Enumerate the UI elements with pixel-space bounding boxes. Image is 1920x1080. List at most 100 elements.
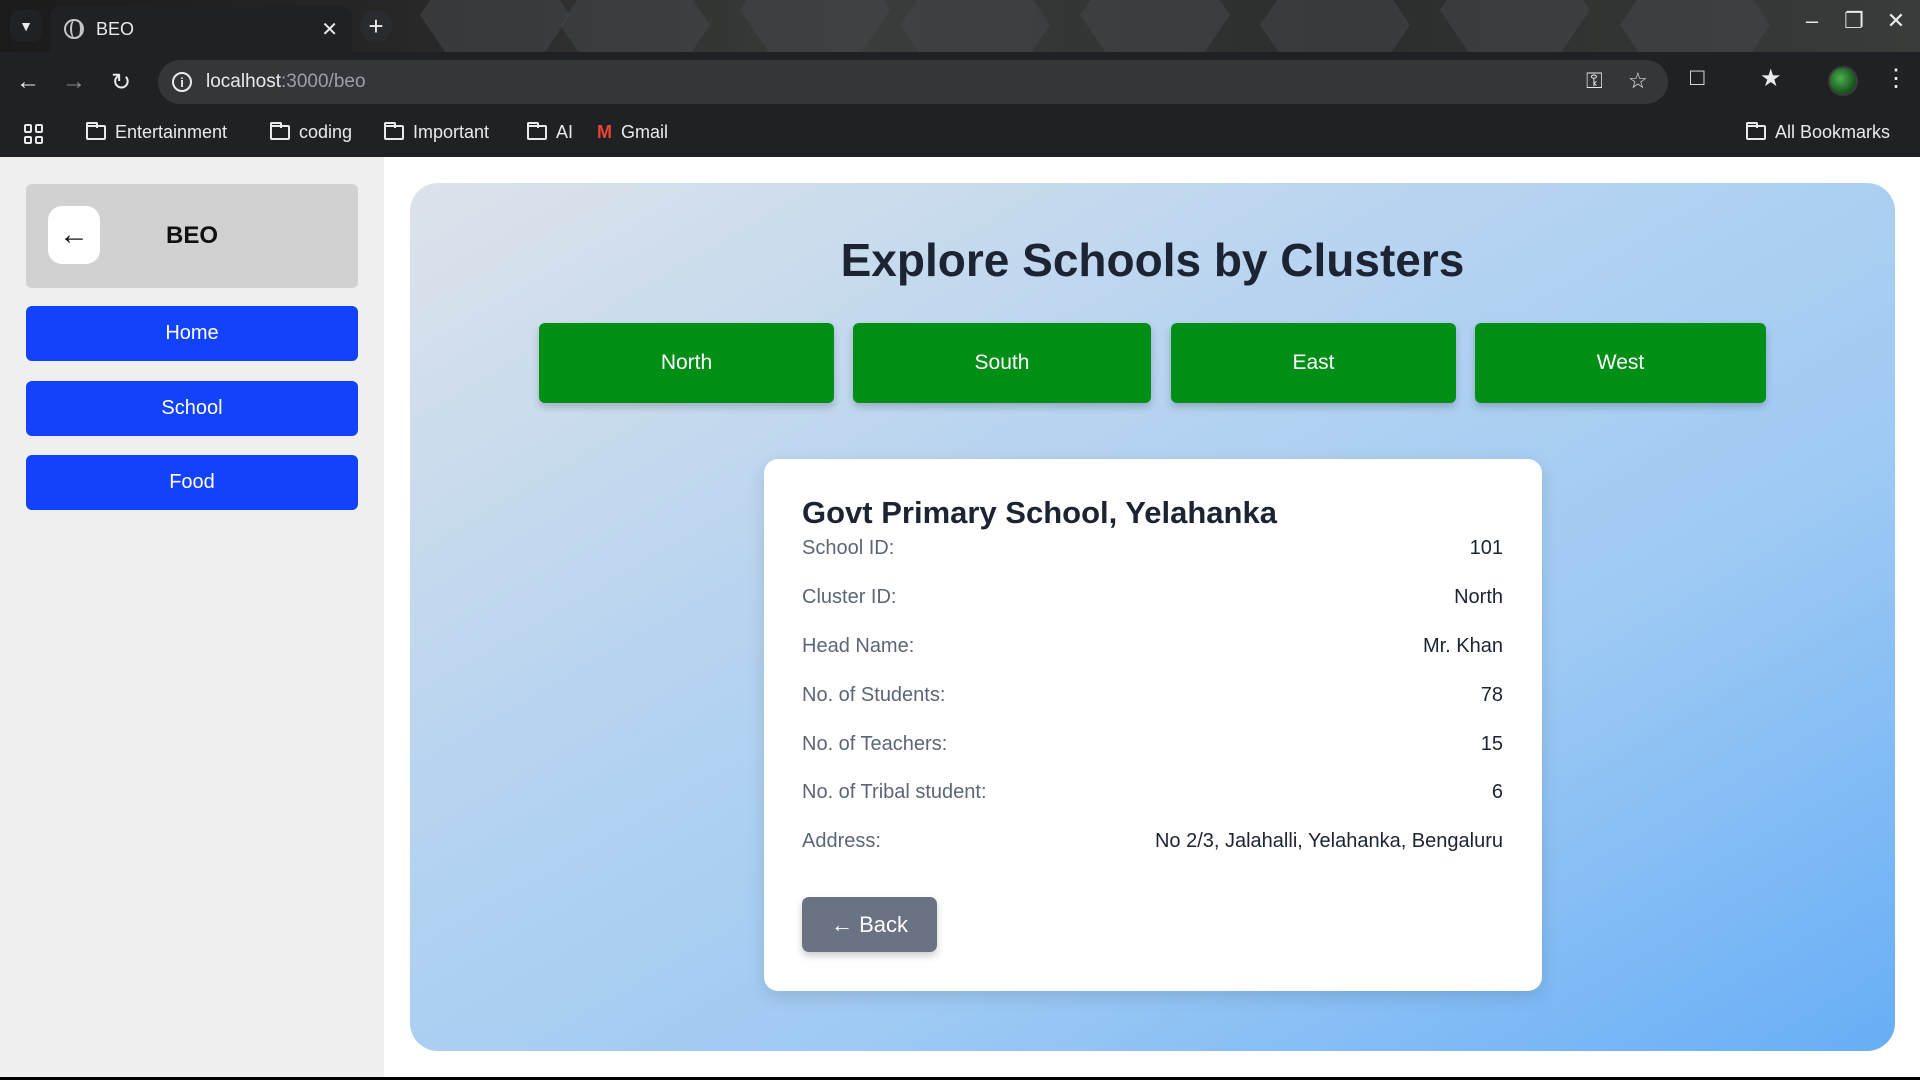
folder-icon: [1746, 122, 1766, 140]
bookmark-label: coding: [299, 122, 353, 142]
detail-row-students: No. of Students: 78: [802, 684, 1503, 707]
background-hexagon: [1260, 0, 1410, 52]
back-arrow-button[interactable]: ←: [48, 206, 100, 264]
all-bookmarks[interactable]: All Bookmarks: [1746, 122, 1890, 143]
page-content: ← BEO Home School Food Explore Schools b…: [0, 157, 1920, 1077]
detail-label: No. of Tribal student:: [802, 781, 987, 803]
sidebar: ← BEO Home School Food: [0, 157, 384, 1077]
detail-label: Cluster ID:: [802, 586, 897, 608]
tab-title: BEO: [96, 18, 135, 39]
detail-label: Address:: [802, 830, 881, 852]
bookmark-entertainment[interactable]: Entertainment: [86, 122, 227, 143]
sidebar-item-label: Food: [169, 471, 215, 493]
tab-search-button[interactable]: ▼: [10, 10, 42, 42]
background-hexagon: [1620, 0, 1770, 52]
detail-row-head-name: Head Name: Mr. Khan: [802, 635, 1503, 658]
bookmark-label: Gmail: [621, 122, 669, 142]
browser-toolbar: ← → ↻ i localhost :3000/beo ⚿ ☆: [0, 52, 1920, 112]
extensions-icon[interactable]: □: [1690, 64, 1705, 92]
page-title: Explore Schools by Clusters: [840, 234, 1465, 286]
bookmark-label: Entertainment: [115, 122, 228, 142]
bookmark-ai[interactable]: AI: [527, 122, 573, 143]
bookmarks-bar: Entertainment coding Important AI M Gmai…: [0, 112, 1920, 157]
cluster-label: East: [1292, 351, 1335, 374]
password-key-icon[interactable]: ⚿: [1586, 68, 1603, 94]
detail-row-cluster-id: Cluster ID: North: [802, 586, 1503, 609]
back-button[interactable]: ← Back: [802, 897, 937, 952]
bookmark-coding[interactable]: coding: [270, 122, 352, 143]
folder-icon: [527, 122, 547, 140]
close-window-button[interactable]: ✕: [1876, 8, 1916, 34]
active-tab[interactable]: BEO ✕: [50, 6, 352, 52]
detail-label: Head Name:: [802, 635, 915, 657]
close-icon[interactable]: ✕: [321, 17, 338, 42]
detail-row-tribal-students: No. of Tribal student: 6: [802, 781, 1503, 804]
url-host: localhost: [206, 71, 281, 92]
address-bar[interactable]: i localhost :3000/beo ⚿ ☆: [158, 60, 1668, 104]
detail-row-address: Address: No 2/3, Jalahalli, Yelahanka, B…: [802, 830, 1503, 853]
detail-value: No 2/3, Jalahalli, Yelahanka, Bengaluru: [1154, 830, 1503, 852]
folder-icon: [270, 122, 290, 140]
detail-row-teachers: No. of Teachers: 15: [802, 733, 1503, 756]
back-nav-button[interactable]: ←: [10, 64, 46, 100]
detail-value: Mr. Khan: [1422, 635, 1503, 657]
background-hexagon: [1080, 0, 1230, 52]
background-hexagon: [740, 0, 890, 52]
restore-button[interactable]: ❐: [1834, 8, 1874, 34]
profile-avatar[interactable]: [1828, 66, 1858, 96]
bookmark-label: Important: [413, 122, 490, 142]
cluster-button-east[interactable]: East: [1171, 323, 1456, 403]
cluster-label: North: [660, 351, 713, 374]
school-details-card: Govt Primary School, Yelahanka School ID…: [764, 459, 1542, 991]
bookmark-gmail[interactable]: M Gmail: [597, 122, 668, 143]
detail-label: No. of Students:: [802, 684, 946, 706]
arrow-right-icon: →: [62, 68, 86, 95]
sidebar-item-label: School: [161, 397, 223, 419]
detail-value: 101: [1469, 537, 1503, 559]
detail-value: 78: [1480, 684, 1503, 706]
bookmark-label: AI: [556, 122, 574, 142]
more-menu-icon[interactable]: ⋮: [1884, 64, 1908, 93]
bookmark-star-icon[interactable]: ☆: [1628, 68, 1648, 94]
bookmark-important[interactable]: Important: [384, 122, 489, 143]
url-path: :3000/beo: [281, 71, 366, 92]
sidebar-item-school[interactable]: School: [26, 381, 358, 436]
detail-row-school-id: School ID: 101: [802, 537, 1503, 560]
site-info-icon[interactable]: i: [172, 72, 192, 92]
reload-icon: ↻: [110, 68, 132, 96]
globe-icon: [64, 19, 84, 39]
chevron-down-icon: ▼: [19, 18, 33, 34]
bookmarks-manager-icon[interactable]: ★: [1760, 64, 1782, 93]
forward-nav-button[interactable]: →: [56, 64, 92, 100]
detail-value: 6: [1491, 781, 1503, 803]
reload-button[interactable]: ↻: [103, 64, 139, 100]
sidebar-item-home[interactable]: Home: [26, 306, 358, 361]
gmail-icon: M: [597, 122, 612, 142]
sidebar-title: BEO: [166, 222, 219, 249]
cluster-button-north[interactable]: North: [539, 323, 834, 403]
sidebar-header: ← BEO: [26, 184, 358, 288]
plus-icon: +: [368, 10, 384, 41]
apps-grid-icon[interactable]: [24, 124, 44, 144]
detail-label: School ID:: [802, 537, 895, 559]
minimize-button[interactable]: –: [1792, 8, 1832, 34]
cluster-button-south[interactable]: South: [853, 323, 1151, 403]
back-button-label: ← Back: [830, 911, 909, 937]
background-hexagon: [1440, 0, 1590, 52]
main-panel: Explore Schools by Clusters North South …: [410, 183, 1895, 1051]
arrow-left-icon: ←: [16, 68, 40, 95]
sidebar-item-food[interactable]: Food: [26, 455, 358, 510]
detail-value: North: [1454, 586, 1503, 608]
detail-label: No. of Teachers:: [802, 733, 948, 755]
background-hexagon: [900, 0, 1050, 52]
folder-icon: [86, 122, 106, 140]
detail-value: 15: [1480, 733, 1503, 755]
cluster-button-west[interactable]: West: [1475, 323, 1766, 403]
sidebar-item-label: Home: [165, 322, 219, 344]
background-hexagon: [560, 0, 710, 52]
cluster-label: South: [974, 351, 1030, 374]
new-tab-button[interactable]: +: [360, 10, 392, 42]
tab-strip: ▼ BEO ✕ + – ❐ ✕: [0, 0, 1920, 52]
arrow-left-icon: ←: [59, 218, 89, 251]
cluster-label: West: [1596, 351, 1645, 374]
